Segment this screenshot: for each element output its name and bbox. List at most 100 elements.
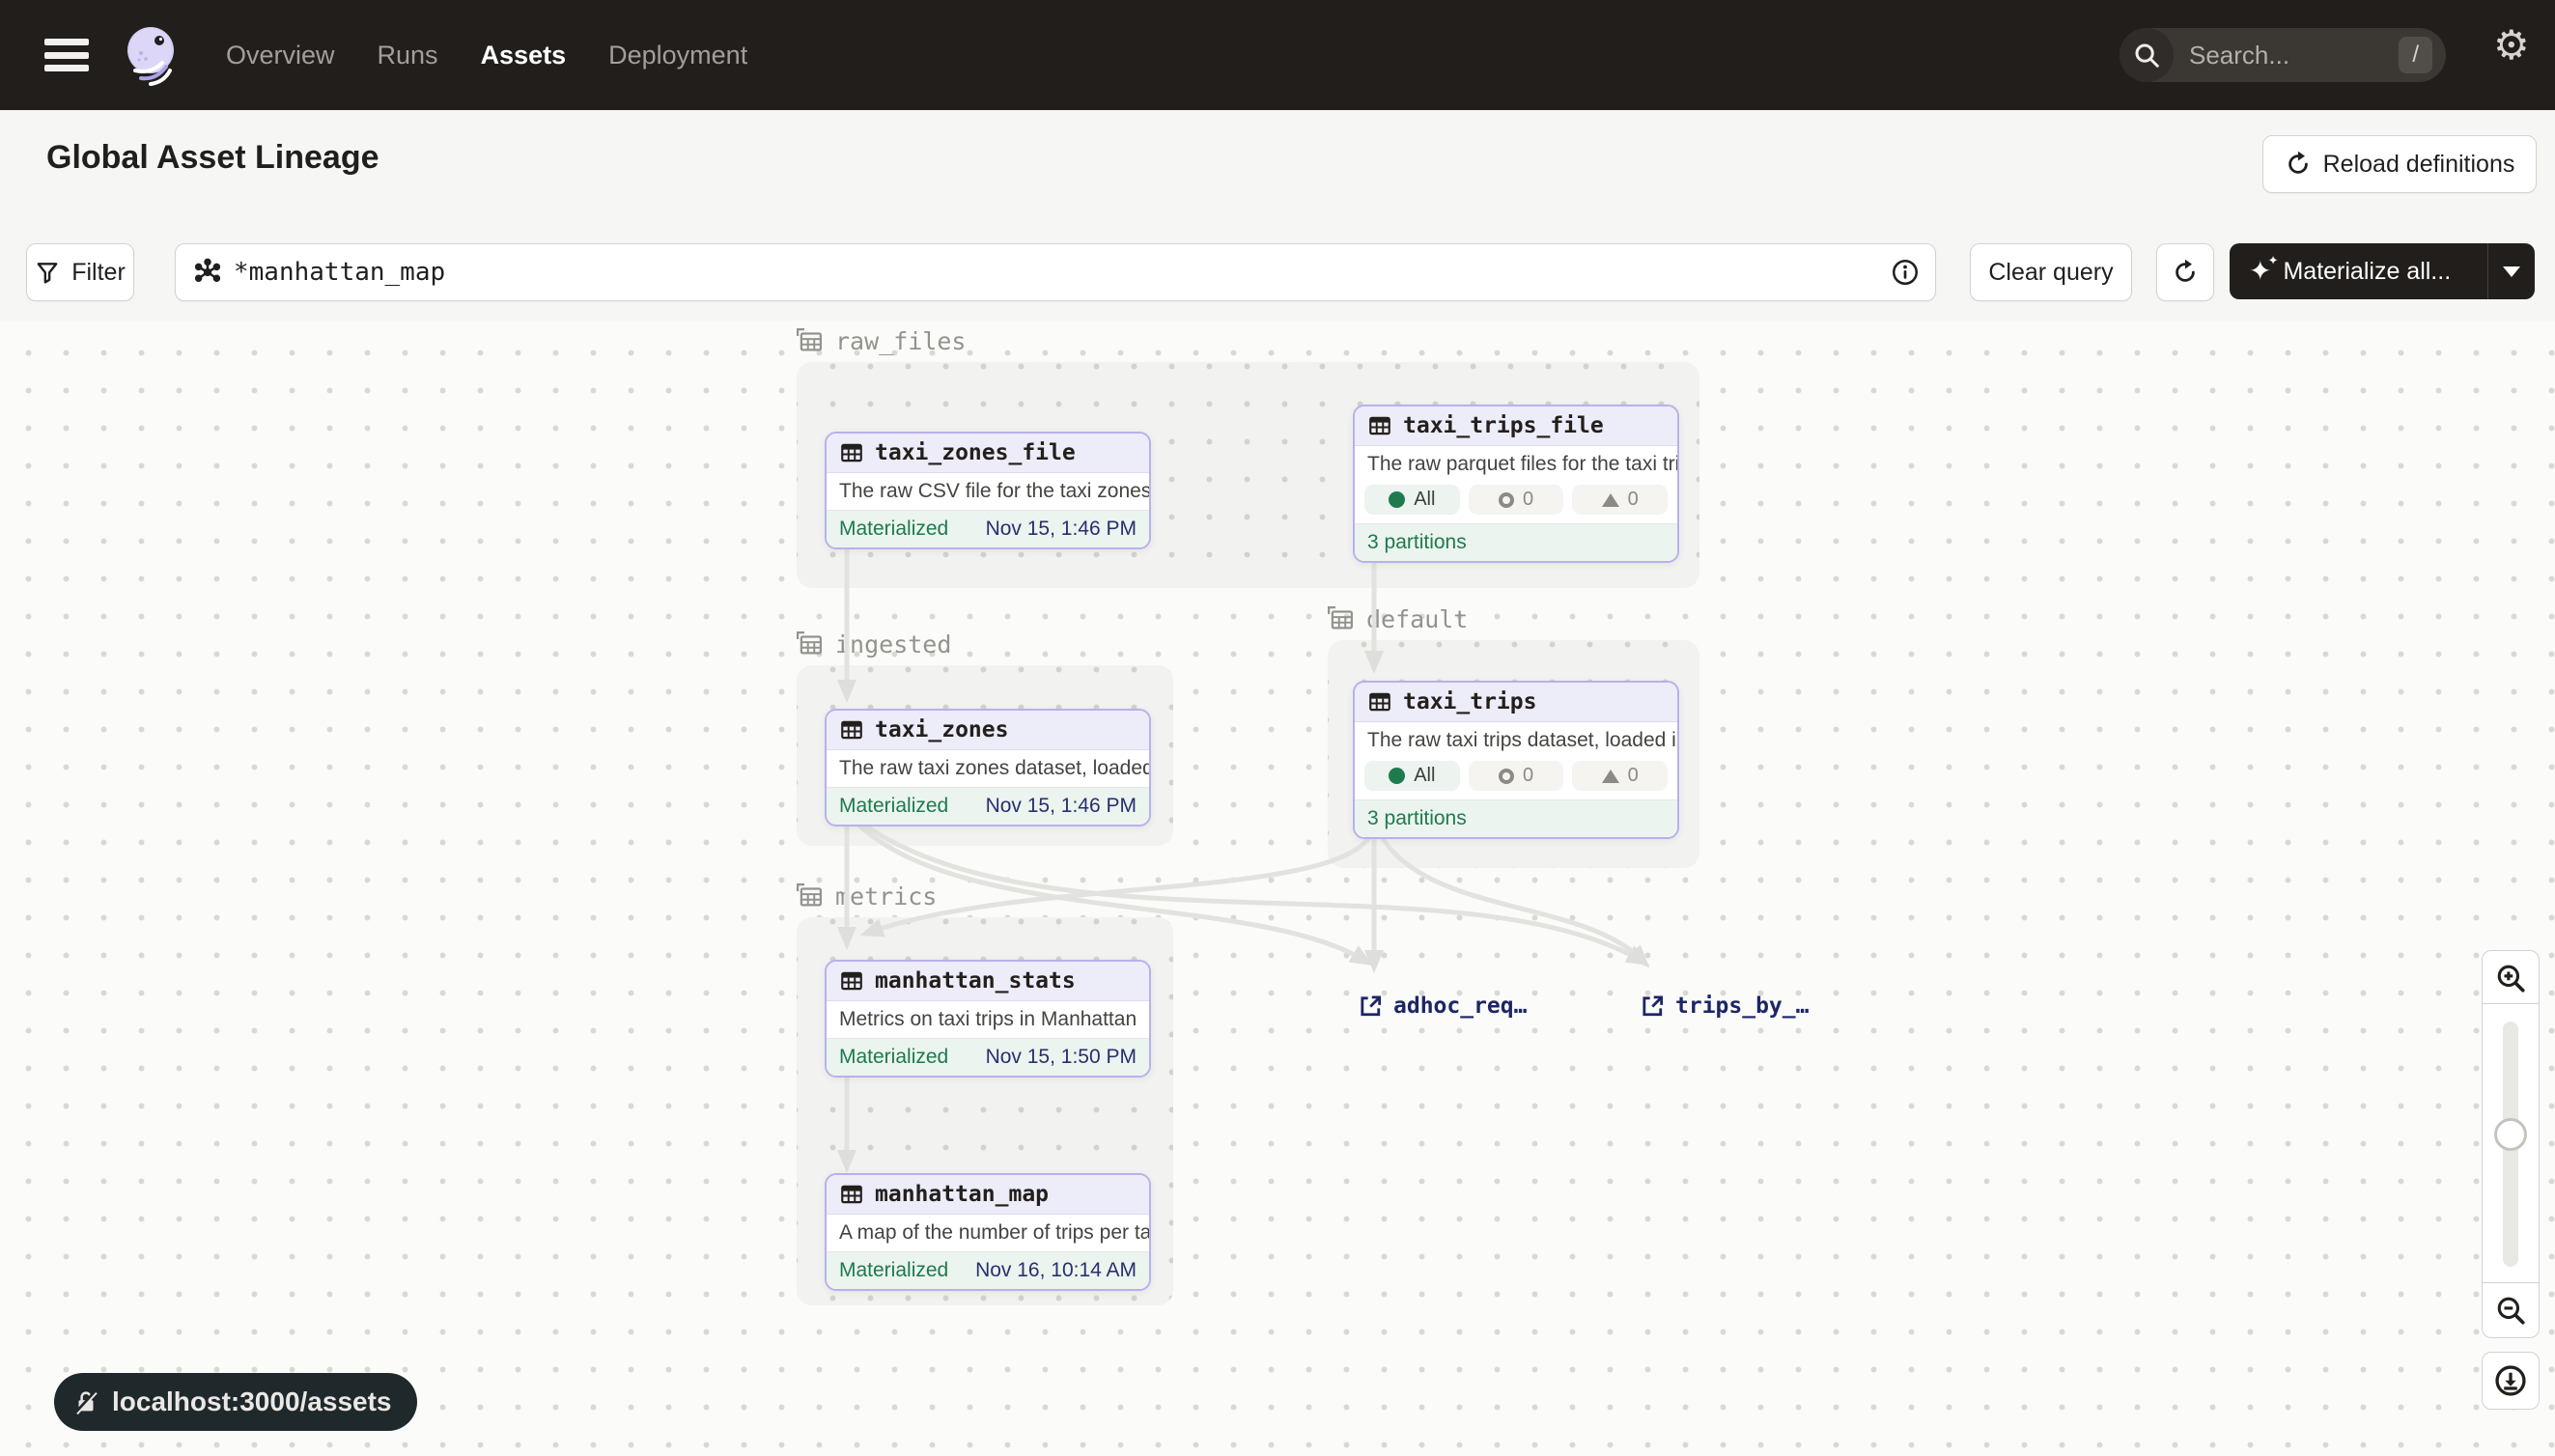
- nav-link-assets[interactable]: Assets: [481, 41, 567, 70]
- asset-status-bar: Materialized Nov 15, 1:46 PM: [827, 787, 1149, 825]
- materialize-all-label: Materialize all...: [2283, 258, 2451, 286]
- success-dot-icon: [1389, 768, 1405, 784]
- group-label-raw-files: raw_files: [795, 326, 966, 355]
- refresh-graph-button[interactable]: [2156, 243, 2214, 301]
- status-materialized: Materialized: [839, 518, 948, 541]
- group-tables-icon: [795, 630, 824, 658]
- partitions-all-badge[interactable]: All: [1364, 761, 1460, 791]
- table-icon: [1367, 689, 1392, 714]
- asset-node-header: taxi_trips: [1355, 683, 1677, 722]
- asset-node-header: manhattan_stats: [827, 962, 1149, 1001]
- top-nav: Overview Runs Assets Deployment Search..…: [0, 0, 2555, 110]
- filter-funnel-icon: [35, 260, 60, 285]
- asset-description: The raw taxi zones dataset, loaded int..…: [827, 750, 1149, 787]
- partitions-failed-badge[interactable]: 0: [1469, 485, 1564, 515]
- materialize-all-split-button: ✦✦ Materialize all...: [2230, 243, 2535, 299]
- ring-icon: [1499, 492, 1514, 508]
- asset-description: The raw taxi trips dataset, loaded into …: [1355, 722, 1677, 759]
- group-tables-icon: [795, 326, 824, 355]
- status-materialized: Materialized: [839, 1046, 948, 1069]
- asset-selection-value: *manhattan_map: [234, 258, 1891, 287]
- zoom-slider[interactable]: [2482, 1003, 2540, 1285]
- menu-icon[interactable]: [44, 39, 89, 71]
- table-icon: [1367, 413, 1392, 438]
- search-shortcut-key: /: [2399, 37, 2432, 73]
- group-label-ingested: ingested: [795, 630, 951, 658]
- settings-gear-icon[interactable]: ⚙: [2493, 25, 2530, 66]
- asset-node-header: taxi_trips_file: [1355, 406, 1677, 446]
- zoom-slider-thumb[interactable]: [2494, 1118, 2527, 1151]
- table-icon: [839, 717, 864, 742]
- download-graph-button[interactable]: [2482, 1352, 2540, 1410]
- search-icon: [2120, 28, 2174, 82]
- materialization-timestamp[interactable]: Nov 15, 1:46 PM: [986, 795, 1137, 818]
- external-asset-trips-by[interactable]: trips_by_…: [1639, 993, 1809, 1020]
- clear-query-label: Clear query: [1988, 259, 2113, 287]
- download-icon: [2493, 1363, 2528, 1398]
- search-input[interactable]: Search... /: [2120, 28, 2446, 82]
- partitions-failed-badge[interactable]: 0: [1469, 761, 1564, 791]
- status-materialized: Materialized: [839, 1259, 948, 1282]
- external-link-icon: [1639, 993, 1666, 1020]
- dagster-logo[interactable]: [122, 24, 183, 86]
- asset-node-taxi-trips[interactable]: taxi_trips The raw taxi trips dataset, l…: [1353, 681, 1679, 839]
- materialization-timestamp[interactable]: Nov 15, 1:50 PM: [986, 1046, 1137, 1069]
- reload-definitions-button[interactable]: Reload definitions: [2262, 135, 2537, 193]
- group-label-metrics: metrics: [795, 882, 937, 910]
- nav-link-overview[interactable]: Overview: [226, 41, 335, 70]
- group-tables-icon: [1326, 604, 1355, 633]
- group-label-default: default: [1326, 604, 1468, 633]
- search-placeholder: Search...: [2189, 41, 2399, 70]
- triangle-icon: [1602, 493, 1619, 507]
- partitions-all-badge[interactable]: All: [1364, 485, 1460, 515]
- materialization-timestamp[interactable]: Nov 16, 10:14 AM: [975, 1259, 1137, 1282]
- table-icon: [839, 968, 864, 994]
- page-header: Global Asset Lineage Reload definitions: [0, 110, 2555, 217]
- partitions-missing-badge[interactable]: 0: [1572, 485, 1668, 515]
- partition-health-badges: All 0 0: [1355, 759, 1677, 799]
- query-info-icon[interactable]: [1891, 258, 1920, 287]
- sparkle-icon: ✦✦: [2249, 258, 2271, 285]
- insecure-lock-icon: [71, 1387, 100, 1416]
- asset-node-taxi-trips-file[interactable]: taxi_trips_file The raw parquet files fo…: [1353, 405, 1679, 563]
- filter-button[interactable]: Filter: [26, 243, 134, 301]
- external-asset-adhoc-request[interactable]: adhoc_req…: [1357, 993, 1527, 1020]
- external-link-icon: [1357, 993, 1384, 1020]
- materialize-all-button[interactable]: ✦✦ Materialize all...: [2230, 258, 2487, 286]
- url-text: localhost:3000/assets: [112, 1386, 392, 1417]
- asset-description: Metrics on taxi trips in Manhattan: [827, 1001, 1149, 1038]
- asset-description: The raw parquet files for the taxi trips…: [1355, 446, 1677, 483]
- materialization-timestamp[interactable]: Nov 15, 1:46 PM: [986, 518, 1137, 541]
- zoom-in-button[interactable]: [2482, 950, 2540, 1006]
- partitions-count: 3 partitions: [1367, 807, 1467, 830]
- asset-graph-toolbar: Filter *manhattan_map Clear query ✦✦ Mat…: [0, 216, 2555, 321]
- asset-node-header: taxi_zones_file: [827, 434, 1149, 473]
- zoom-out-icon: [2494, 1294, 2527, 1327]
- nav-link-deployment[interactable]: Deployment: [608, 41, 747, 70]
- materialize-options-caret[interactable]: [2488, 266, 2535, 277]
- asset-selection-input[interactable]: *manhattan_map: [175, 243, 1936, 301]
- refresh-icon: [2172, 259, 2199, 286]
- filter-label: Filter: [71, 259, 126, 287]
- clear-query-button[interactable]: Clear query: [1970, 243, 2132, 301]
- zoom-in-icon: [2494, 962, 2527, 994]
- asset-description: The raw CSV file for the taxi zones dat.…: [827, 473, 1149, 510]
- asset-status-bar: Materialized Nov 15, 1:50 PM: [827, 1038, 1149, 1076]
- asset-node-taxi-zones-file[interactable]: taxi_zones_file The raw CSV file for the…: [825, 432, 1151, 549]
- asset-node-manhattan-stats[interactable]: manhattan_stats Metrics on taxi trips in…: [825, 960, 1151, 1078]
- triangle-icon: [1602, 770, 1619, 783]
- partitions-missing-badge[interactable]: 0: [1572, 761, 1668, 791]
- asset-status-bar: 3 partitions: [1355, 799, 1677, 837]
- asset-node-manhattan-map[interactable]: manhattan_map A map of the number of tri…: [825, 1173, 1151, 1291]
- ring-icon: [1499, 769, 1514, 784]
- browser-url-badge: localhost:3000/assets: [54, 1373, 417, 1431]
- asset-status-bar: Materialized Nov 15, 1:46 PM: [827, 510, 1149, 547]
- zoom-out-button[interactable]: [2482, 1282, 2540, 1338]
- success-dot-icon: [1389, 491, 1405, 508]
- reload-label: Reload definitions: [2323, 151, 2515, 179]
- table-icon: [839, 440, 864, 465]
- asset-node-taxi-zones[interactable]: taxi_zones The raw taxi zones dataset, l…: [825, 709, 1151, 826]
- asset-status-bar: Materialized Nov 16, 10:14 AM: [827, 1251, 1149, 1289]
- reload-icon: [2285, 151, 2312, 178]
- nav-link-runs[interactable]: Runs: [378, 41, 438, 70]
